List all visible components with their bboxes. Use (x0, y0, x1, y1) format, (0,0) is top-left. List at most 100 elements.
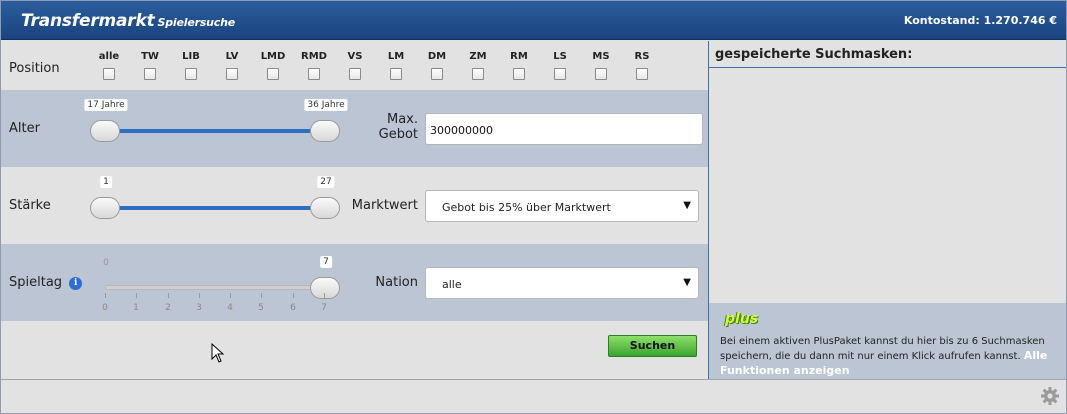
position-option-label: ZM (469, 51, 487, 62)
page-subtitle: Spielersuche (157, 16, 236, 29)
gear-icon[interactable] (1040, 386, 1060, 406)
market-value-label: Marktwert (351, 198, 418, 213)
divider (709, 67, 1066, 68)
position-option-lib: LIB (173, 51, 209, 84)
plus-promo-box: plus Bei einem aktiven PlusPaket kannst … (709, 303, 1066, 379)
position-checkbox[interactable] (390, 68, 402, 80)
market-value-select[interactable]: Gebot bis 25% über Marktwert ▼ (425, 190, 699, 222)
matchday-tick-label: 3 (196, 303, 202, 313)
age-row: Alter 17 Jahre 36 Jahre Max. Gebot 30000… (1, 90, 708, 167)
account-balance: Kontostand: 1.270.746 € (903, 14, 1057, 27)
strength-slider-track (105, 206, 325, 210)
position-checkbox[interactable] (513, 68, 525, 80)
plus-description: Bei einem aktiven PlusPaket kannst du hi… (720, 336, 1045, 362)
position-checkbox[interactable] (472, 68, 484, 80)
position-option-lm: LM (378, 51, 414, 84)
header-bar: Transfermarkt Spielersuche Kontostand: 1.… (1, 1, 1066, 40)
position-option-lmd: LMD (255, 51, 291, 84)
age-min-tooltip: 17 Jahre (84, 99, 128, 111)
nation-select[interactable]: alle ▼ (425, 267, 699, 299)
position-option-label: DM (427, 51, 447, 62)
info-icon[interactable]: i (69, 277, 83, 290)
position-option-tw: TW (132, 51, 168, 84)
age-label: Alter (9, 121, 40, 136)
app-title: Transfermarkt Spielersuche (21, 11, 235, 31)
nation-label: Nation (375, 275, 418, 290)
age-min-handle[interactable]: 17 Jahre (84, 99, 128, 142)
matchday-tick-label: 6 (290, 303, 296, 313)
matchday-tick (105, 293, 106, 298)
position-checkbox[interactable] (595, 68, 607, 80)
position-option-label: LV (225, 51, 239, 62)
matchday-tick-label: 4 (227, 303, 233, 313)
position-option-lv: LV (214, 51, 250, 84)
matchday-row: Spieltag i 0 7 0 1 2 3 4 5 6 7 Nation alle ▼ (1, 244, 708, 321)
strength-max-tooltip: 27 (317, 176, 335, 188)
matchday-label: Spieltag i (9, 275, 83, 290)
position-option-label: LS (553, 51, 567, 62)
saved-searches-title: gespeicherte Suchmasken: (715, 47, 913, 62)
position-checkbox[interactable] (185, 68, 197, 80)
matchday-tick-label: 0 (102, 303, 108, 313)
max-bid-label-line1: Max. (386, 112, 418, 127)
matchday-min-label: 0 (103, 258, 109, 268)
matchday-tick (199, 293, 200, 298)
position-option-label: RS (634, 51, 650, 62)
age-range-slider[interactable]: 17 Jahre 36 Jahre (84, 99, 348, 142)
matchday-tooltip: 7 (320, 256, 332, 268)
matchday-tick (261, 293, 262, 298)
position-checkbox[interactable] (103, 68, 115, 80)
mouse-cursor-icon (211, 343, 225, 363)
age-max-tooltip: 36 Jahre (304, 99, 348, 111)
dropdown-arrow-icon: ▼ (683, 200, 691, 211)
max-bid-input[interactable]: 300000000 (425, 113, 703, 145)
position-option-label: TW (141, 51, 159, 62)
search-button[interactable]: Suchen (608, 335, 697, 357)
strength-min-tooltip: 1 (100, 176, 112, 188)
matchday-tick (136, 293, 137, 298)
matchday-tick-scale: 0 1 2 3 4 5 6 7 (102, 293, 327, 315)
position-option-dm: DM (419, 51, 455, 84)
position-checkbox[interactable] (554, 68, 566, 80)
position-option-ls: LS (542, 51, 578, 84)
position-checkbox[interactable] (636, 68, 648, 80)
max-bid-label: Max. Gebot (371, 112, 418, 142)
action-row: Suchen (1, 321, 708, 379)
position-row: Position alle TW LIB LV LMD RMD VS LM DM ZM RM LS MS… (1, 41, 708, 90)
matchday-tick (324, 293, 325, 298)
position-option-vs: VS (337, 51, 373, 84)
transfer-search-window: Transfermarkt Spielersuche Kontostand: 1.… (0, 0, 1067, 414)
position-option-zm: ZM (460, 51, 496, 84)
plus-badge-icon: plus (725, 311, 759, 327)
strength-range-slider[interactable]: 1 27 (90, 176, 340, 219)
position-option-label: RMD (301, 51, 327, 62)
matchday-tick-label: 5 (258, 303, 264, 313)
matchday-tick-label: 7 (321, 303, 327, 313)
position-checkbox[interactable] (308, 68, 320, 80)
age-max-handle[interactable]: 36 Jahre (304, 99, 348, 142)
matchday-slider-track (105, 285, 325, 290)
position-option-label: LMD (260, 51, 286, 62)
position-checkbox[interactable] (431, 68, 443, 80)
position-option-rm: RM (501, 51, 537, 84)
max-bid-label-line2: Gebot (378, 127, 418, 142)
position-checkbox[interactable] (267, 68, 279, 80)
age-slider-track (105, 129, 325, 133)
position-option-rs: RS (624, 51, 660, 84)
strength-max-handle[interactable]: 27 (310, 176, 340, 219)
position-option-label: LIB (182, 51, 200, 62)
strength-min-handle[interactable]: 1 (90, 176, 120, 219)
position-option-label: RM (510, 51, 528, 62)
position-option-label: VS (347, 51, 363, 62)
dropdown-arrow-icon: ▼ (683, 277, 691, 288)
position-checkbox[interactable] (226, 68, 238, 80)
position-option-alle: alle (91, 51, 127, 84)
matchday-tick-label: 2 (165, 303, 171, 313)
brand-name: Transfermarkt (21, 11, 155, 31)
matchday-tick (293, 293, 294, 298)
nation-selected: alle (442, 278, 462, 291)
position-checkbox[interactable] (144, 68, 156, 80)
strength-label: Stärke (9, 198, 51, 213)
position-checkbox[interactable] (349, 68, 361, 80)
position-option-label: alle (98, 51, 120, 62)
